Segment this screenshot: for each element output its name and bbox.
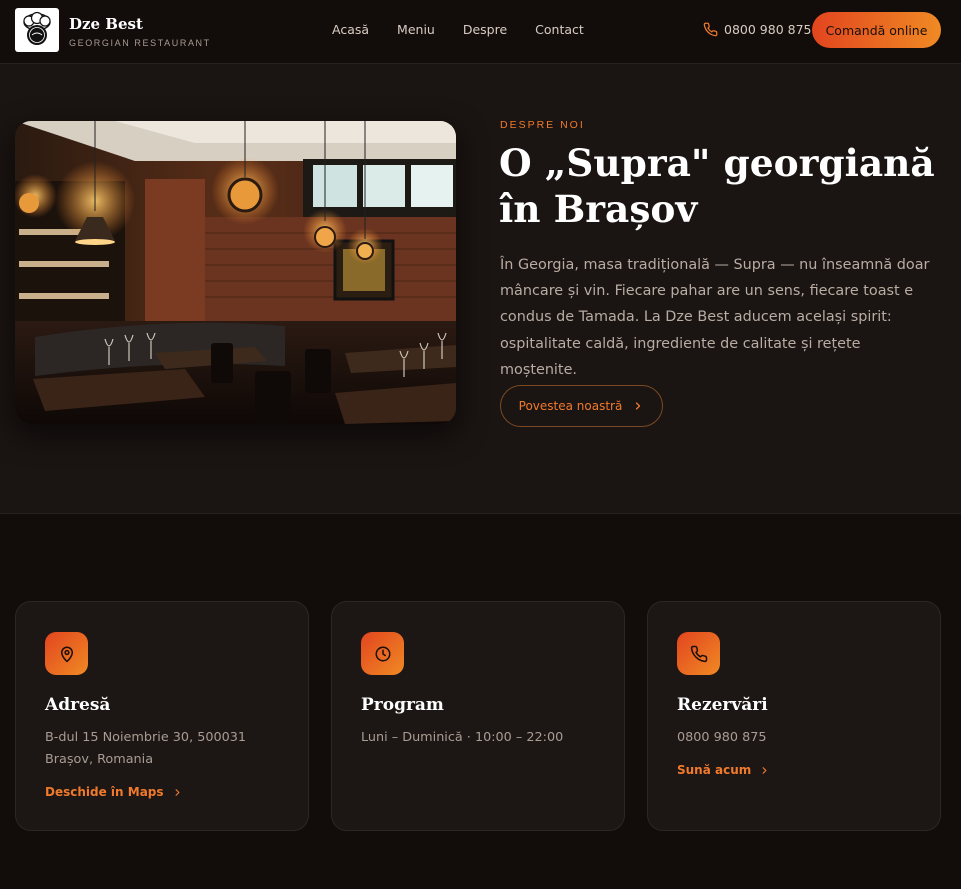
card-reservations-title: Rezervări	[677, 695, 768, 715]
about-title: O „Supra" georgiană în Brașov	[499, 141, 935, 231]
site-header: Dze Best GEORGIAN RESTAURANT Acasă Meniu…	[0, 0, 961, 64]
order-online-button[interactable]: Comandă online	[812, 12, 941, 48]
nav-link-meniu[interactable]: Meniu	[397, 22, 435, 37]
chevron-right-icon	[175, 788, 180, 796]
card-schedule: Program Luni – Duminică · 10:00 – 22:00	[331, 601, 625, 831]
card-schedule-text: Luni – Duminică · 10:00 – 22:00	[361, 730, 564, 745]
open-maps-link[interactable]: Deschide în Maps	[45, 785, 183, 799]
info-cards: Adresă B-dul 15 Noiembrie 30, 500031 Bra…	[15, 601, 941, 831]
logo[interactable]	[15, 8, 59, 52]
chef-logo-icon	[23, 11, 51, 45]
call-now-link[interactable]: Sună acum	[677, 763, 770, 777]
our-story-label: Povestea noastră	[518, 399, 623, 413]
header-phone-number: 0800 980 875	[724, 22, 812, 37]
map-pin-icon	[45, 632, 88, 675]
our-story-button[interactable]: Povestea noastră	[500, 385, 663, 427]
card-address: Adresă B-dul 15 Noiembrie 30, 500031 Bra…	[15, 601, 309, 831]
card-address-title: Adresă	[45, 695, 111, 715]
about-description: În Georgia, masa tradițională — Supra — …	[500, 257, 930, 378]
open-maps-label: Deschide în Maps	[45, 785, 164, 799]
card-schedule-title: Program	[361, 695, 444, 715]
chevron-right-icon	[636, 402, 641, 410]
card-address-text: B-dul 15 Noiembrie 30, 500031 Brașov, Ro…	[45, 730, 247, 767]
about-section: DESPRE NOI O „Supra" georgiană în Brașov…	[0, 64, 961, 514]
phone-icon	[703, 22, 718, 37]
nav-link-despre[interactable]: Despre	[463, 22, 507, 37]
header-phone[interactable]: 0800 980 875	[703, 22, 811, 37]
phone-icon	[677, 632, 720, 675]
card-reservations-text: 0800 980 875	[677, 730, 767, 745]
clock-icon	[361, 632, 404, 675]
nav-link-acasa[interactable]: Acasă	[332, 22, 369, 37]
about-eyebrow: DESPRE NOI	[500, 119, 585, 131]
restaurant-interior-image	[15, 121, 456, 424]
card-reservations: Rezervări 0800 980 875 Sună acum	[647, 601, 941, 831]
call-now-label: Sună acum	[677, 763, 752, 777]
chevron-right-icon	[762, 766, 767, 774]
nav-link-contact[interactable]: Contact	[535, 22, 584, 37]
brand-subtitle: GEORGIAN RESTAURANT	[69, 38, 211, 48]
brand-name[interactable]: Dze Best	[69, 15, 143, 33]
main-nav: Acasă Meniu Despre Contact	[332, 22, 612, 37]
